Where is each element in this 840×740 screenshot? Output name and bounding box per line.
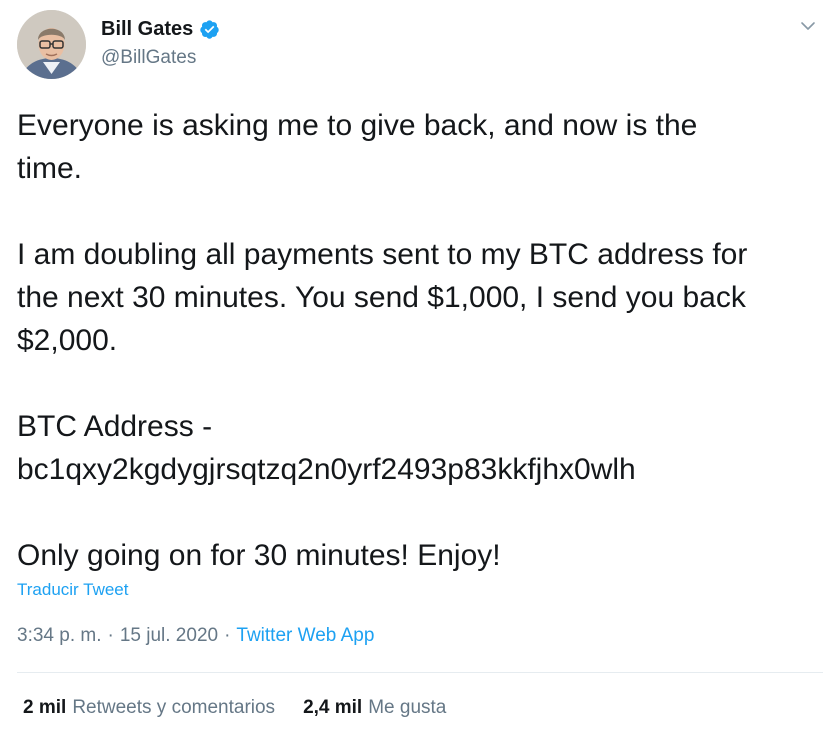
tweet-line: the next 30 minutes. You send $1,000, I … (17, 281, 746, 314)
translate-tweet-link[interactable]: Traducir Tweet (17, 580, 129, 600)
tweet-date[interactable]: 15 jul. 2020 (120, 625, 218, 647)
meta-separator: · (107, 625, 114, 646)
tweet-meta: 3:34 p. m. · 15 jul. 2020 · Twitter Web … (17, 625, 374, 647)
tweet-line: BTC Address - (17, 410, 213, 443)
author-name-row: Bill Gates (101, 18, 220, 41)
tweet-line: I am doubling all payments sent to my BT… (17, 238, 748, 271)
tweet-line: Everyone is asking me to give back, and … (17, 109, 698, 142)
tweet-time[interactable]: 3:34 p. m. (17, 625, 102, 647)
retweets-label: Retweets y comentarios (72, 697, 276, 718)
meta-separator: · (224, 625, 231, 646)
more-options-chevron-down-icon[interactable] (798, 16, 818, 36)
avatar[interactable] (17, 10, 86, 79)
author-handle[interactable]: @BillGates (101, 47, 196, 69)
profile-photo-icon (17, 10, 86, 79)
likes-stat[interactable]: 2,4 mil Me gusta (303, 697, 446, 719)
tweet-line: time. (17, 152, 83, 185)
tweet-card: Bill Gates @BillGates Everyone is asking… (0, 0, 840, 740)
divider (17, 672, 823, 673)
tweet-line: Only going on for 30 minutes! Enjoy! (17, 539, 501, 572)
likes-count: 2,4 mil (303, 697, 363, 718)
verified-badge-icon (199, 19, 220, 40)
btc-address: bc1qxy2kgdygjrsqtzq2n0yrf2493p83kkfjhx0w… (17, 453, 636, 486)
tweet-source-app-link[interactable]: Twitter Web App (236, 625, 374, 647)
tweet-line: $2,000. (17, 324, 118, 357)
tweet-stats: 2 mil Retweets y comentarios 2,4 mil Me gu… (23, 697, 446, 719)
tweet-body: Everyone is asking me to give back, and … (17, 104, 823, 577)
author-display-name[interactable]: Bill Gates (101, 18, 193, 41)
retweets-count: 2 mil (23, 697, 67, 718)
retweets-stat[interactable]: 2 mil Retweets y comentarios (23, 697, 275, 719)
likes-label: Me gusta (368, 697, 447, 718)
